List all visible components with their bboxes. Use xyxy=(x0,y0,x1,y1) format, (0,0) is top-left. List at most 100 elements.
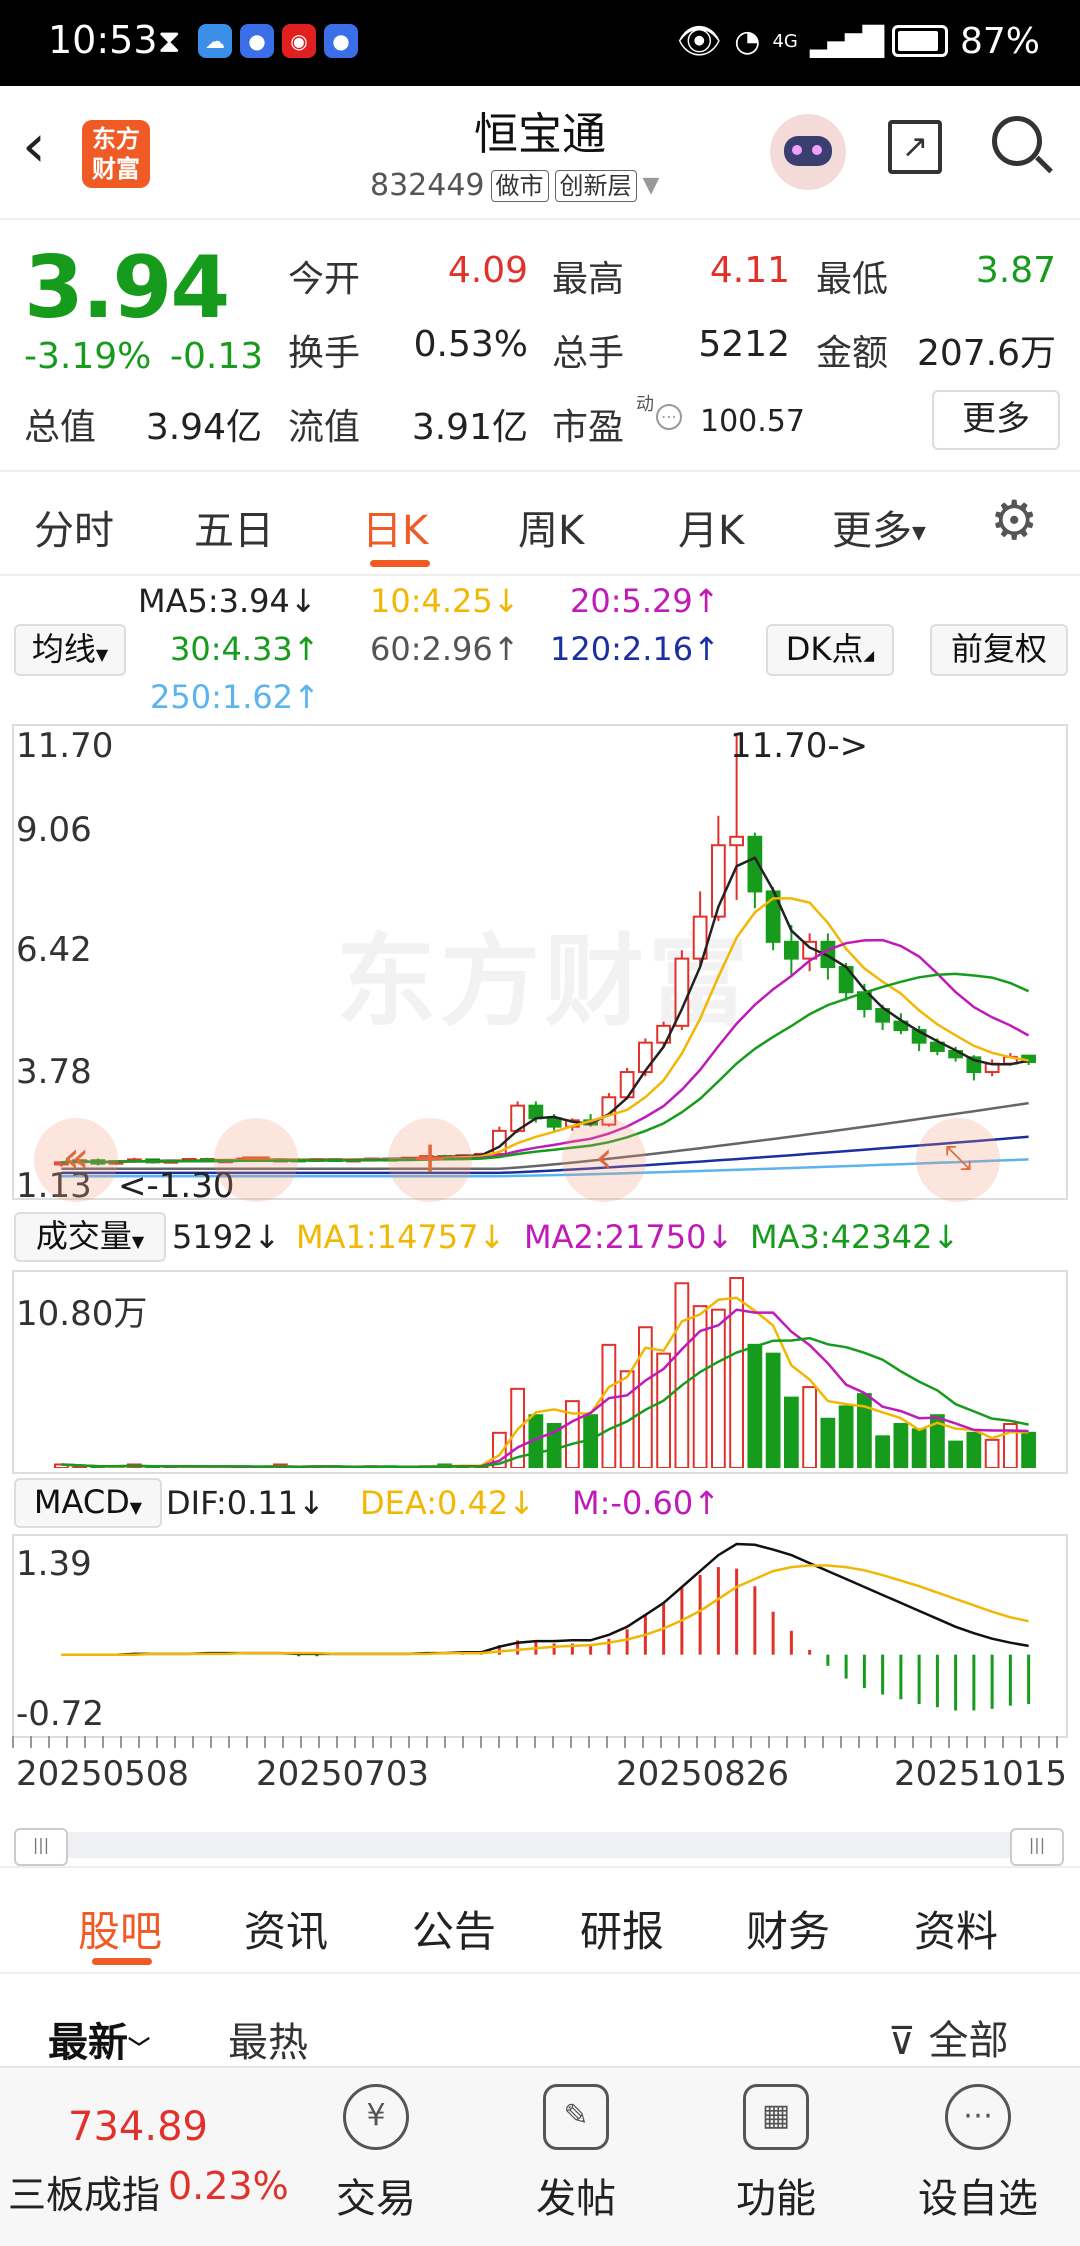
zoom-out-button[interactable]: − xyxy=(214,1118,298,1202)
zoom-in-button[interactable]: + xyxy=(388,1118,472,1202)
add-watchlist-button[interactable]: ⋯ 设自选 xyxy=(918,2084,1038,2224)
volume-bar xyxy=(838,1405,854,1468)
candle-body xyxy=(546,1117,562,1128)
scroll-left-button[interactable]: ‹ xyxy=(562,1118,646,1202)
volume-chart[interactable] xyxy=(14,1272,1062,1468)
settings-gear-icon[interactable]: ⚙ xyxy=(990,494,1038,548)
info-tabs: 股吧 资讯 公告 研报 财务 资料 xyxy=(0,1866,1080,1972)
volume-select[interactable]: 成交量▼ xyxy=(14,1212,166,1262)
range-handle-right[interactable]: ||| xyxy=(1010,1828,1064,1866)
index-change: 0.23% xyxy=(168,2164,289,2208)
price-chart[interactable] xyxy=(14,726,1062,1194)
filter-all-label: 全部 xyxy=(928,2018,1009,2064)
macd-chart[interactable] xyxy=(14,1536,1062,1732)
battery-icon xyxy=(891,25,948,57)
tab-financials[interactable]: 财务 xyxy=(746,1898,830,1959)
post-button[interactable]: ✎ 发帖 xyxy=(516,2084,636,2224)
price-tick-3: 6.42 xyxy=(16,930,92,970)
tab-profile[interactable]: 资料 xyxy=(914,1898,998,1959)
ma-select-label: 均线 xyxy=(31,630,96,668)
macd-m: M:-0.60↑ xyxy=(572,1484,720,1522)
macd-select[interactable]: MACD▼ xyxy=(14,1478,162,1528)
volume-bar xyxy=(674,1282,690,1468)
filter-all[interactable]: ⊽ 全部 xyxy=(888,2008,1009,2066)
scroll-left-fast-button[interactable]: « xyxy=(34,1118,118,1202)
index-value: 734.89 xyxy=(68,2104,208,2150)
tab-five-day[interactable]: 五日 xyxy=(194,498,274,556)
volume-bar xyxy=(966,1431,982,1468)
index-widget[interactable]: 734.89 三板成指 0.23% xyxy=(0,2068,290,2246)
info-icon[interactable]: ⋯ xyxy=(656,404,682,430)
fuquan-button[interactable]: 前复权 xyxy=(930,624,1068,676)
ma5-label: MA5:3.94↓ xyxy=(138,582,317,620)
tab-announcements[interactable]: 公告 xyxy=(412,1898,496,1959)
add-watchlist-label: 设自选 xyxy=(918,2176,1038,2222)
corner-triangle-icon: ◢ xyxy=(863,648,875,664)
chevron-down-icon[interactable]: ▼ xyxy=(643,173,660,198)
assistant-robot-icon[interactable] xyxy=(770,114,846,190)
tab-daily-k[interactable]: 日K xyxy=(362,498,428,556)
volume-bar xyxy=(729,1277,745,1468)
date-label-1: 20250508 xyxy=(16,1754,190,1794)
value-amount: 207.6万 xyxy=(916,333,1056,374)
price-tick-4: 3.78 xyxy=(16,1052,92,1092)
functions-button[interactable]: ▦ 功能 xyxy=(716,2084,836,2224)
status-right: 👁 ◔ 4G ▂▄▆█ 87% xyxy=(677,20,1040,63)
sort-latest-label: 最新 xyxy=(48,2020,128,2066)
range-handle-left[interactable]: ||| xyxy=(14,1828,68,1866)
more-circle-icon: ⋯ xyxy=(945,2084,1011,2150)
volume-ma3: MA3:42342↓ xyxy=(750,1218,960,1256)
ma120-label: 120:2.16↑ xyxy=(550,630,720,668)
ma60-label: 60:2.96↑ xyxy=(370,630,520,668)
ma30-label: 30:4.33↑ xyxy=(170,630,320,668)
value-float-cap: 3.91亿 xyxy=(411,407,528,448)
date-label-3: 20250826 xyxy=(616,1754,790,1794)
price-tick-2: 9.06 xyxy=(16,810,92,850)
sort-latest[interactable]: 最新﹀ xyxy=(48,2010,150,2068)
tab-monthly-k[interactable]: 月K xyxy=(678,498,744,556)
volume-bar xyxy=(893,1423,909,1468)
tab-guba[interactable]: 股吧 xyxy=(78,1898,162,1959)
label-high: 最高 xyxy=(552,259,625,300)
change-amount: -0.13 xyxy=(170,336,264,377)
value-high: 4.11 xyxy=(709,250,790,291)
range-scroller-track[interactable] xyxy=(14,1832,1064,1858)
tab-more[interactable]: 更多▼ xyxy=(832,498,926,556)
volume-tick-max: 10.80万 xyxy=(16,1294,148,1334)
tab-news[interactable]: 资讯 xyxy=(244,1898,328,1959)
fullscreen-icon[interactable]: ⤡ xyxy=(916,1118,1000,1202)
network-type: 4G xyxy=(772,30,798,52)
date-label-4: 20251015 xyxy=(894,1754,1068,1794)
share-icon[interactable]: ↗ xyxy=(888,120,942,174)
tab-intraday[interactable]: 分时 xyxy=(34,498,114,556)
value-volume: 5212 xyxy=(698,324,790,365)
guba-tab-indicator xyxy=(92,1958,152,1965)
stock-code: 832449 xyxy=(370,168,485,203)
more-quote-button[interactable]: 更多 xyxy=(932,390,1060,450)
tab-weekly-k[interactable]: 周K xyxy=(518,498,584,556)
caret-down-icon: ▼ xyxy=(912,522,926,544)
label-volume: 总手 xyxy=(552,333,625,374)
dk-point-button[interactable]: DK点◢ xyxy=(766,624,894,676)
macd-tick-min: -0.72 xyxy=(16,1694,104,1734)
macd-dea: DEA:0.42↓ xyxy=(360,1484,536,1522)
last-price: 3.94 xyxy=(24,238,230,338)
sort-hot[interactable]: 最热 xyxy=(228,2010,308,2068)
volume-bar xyxy=(783,1396,799,1468)
baidu-app-icon: ● xyxy=(240,24,274,58)
label-pe: 市盈 xyxy=(552,407,625,448)
ma20-line xyxy=(61,938,1030,1164)
trade-button[interactable]: ¥ 交易 xyxy=(316,2084,436,2224)
ma20-label: 20:5.29↑ xyxy=(570,582,720,620)
candle-body xyxy=(729,835,745,847)
candle-body xyxy=(619,1071,635,1099)
ma10-label: 10:4.25↓ xyxy=(370,582,520,620)
signal-icon: ▂▄▆█ xyxy=(809,24,884,58)
value-turnover: 0.53% xyxy=(413,324,528,365)
tag-innovation: 创新层 xyxy=(554,169,637,202)
yen-exchange-icon: ¥ xyxy=(343,2084,409,2150)
status-bar: 10:53 ⧗ ☁ ● ◉ ● 👁 ◔ 4G ▂▄▆█ 87% xyxy=(0,0,1080,86)
tab-research[interactable]: 研报 xyxy=(580,1898,664,1959)
baidu-app-icon-2: ● xyxy=(324,24,358,58)
ma-select[interactable]: 均线▼ xyxy=(14,624,126,676)
